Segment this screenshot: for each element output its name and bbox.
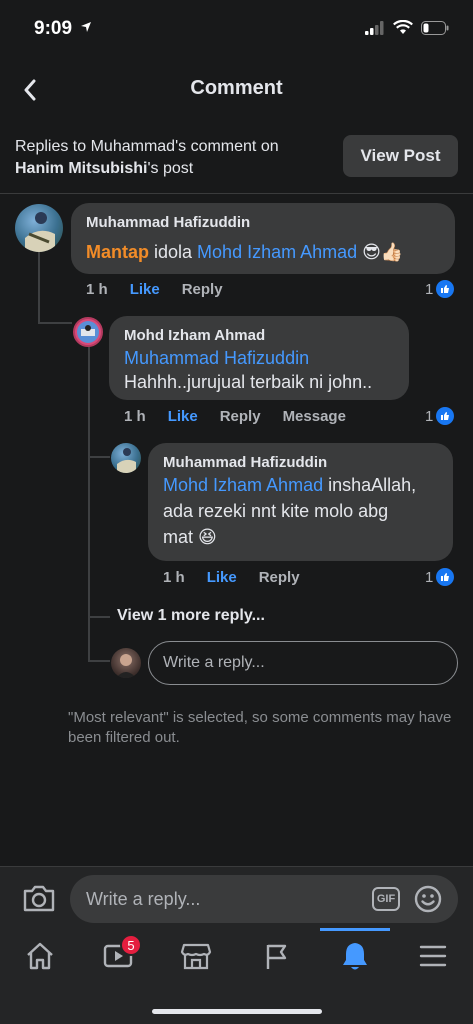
comment-emoji: 😎👍🏻 — [362, 242, 404, 262]
home-icon — [27, 942, 53, 970]
comment-bubble: Mohd Izham Ahmad Muhammad Hafizuddin Hah… — [109, 316, 409, 400]
nav-active-indicator — [320, 928, 390, 931]
comment-time: 1 h — [86, 281, 108, 298]
nav-marketplace[interactable] — [166, 936, 226, 976]
mention-link[interactable]: Mohd Izham Ahmad — [163, 475, 323, 495]
notifications-icon — [343, 943, 367, 970]
status-icons — [365, 20, 449, 35]
comment-emoji: 😆 — [198, 527, 217, 547]
comment-text: Mantap idola Mohd Izham Ahmad 😎👍🏻 — [86, 239, 403, 265]
mention-link[interactable]: Muhammad Hafizuddin — [124, 345, 309, 371]
header: Comment — [0, 60, 473, 120]
gif-button[interactable]: GIF — [372, 887, 400, 911]
wifi-icon — [393, 20, 413, 34]
composer: Write a reply... GIF — [0, 866, 473, 928]
nav-pages[interactable] — [246, 936, 306, 976]
reaction-count[interactable]: 1 — [425, 568, 455, 586]
reaction-count[interactable]: 1 — [425, 407, 455, 425]
reply-button[interactable]: Reply — [182, 281, 223, 298]
context-prefix: Replies to Muhammad's comment on — [15, 138, 279, 155]
mention-link[interactable]: Mohd Izham Ahmad — [197, 242, 357, 262]
reaction-count[interactable]: 1 — [425, 280, 455, 298]
message-button[interactable]: Message — [283, 408, 346, 425]
battery-icon — [421, 20, 449, 35]
thumbs-up-icon — [436, 407, 455, 425]
thread-line-level2 — [88, 346, 90, 662]
avatar-photo — [117, 448, 136, 473]
comment-author[interactable]: Muhammad Hafizuddin — [163, 454, 327, 471]
comment-bubble: Muhammad Hafizuddin Mantap idola Mohd Iz… — [71, 203, 455, 274]
context-suffix: 's post — [147, 160, 194, 177]
watch-notification-badge: 5 — [120, 934, 142, 956]
comment-bubble: Muhammad Hafizuddin Mohd Izham Ahmad ins… — [148, 443, 453, 561]
comment-text: Mohd Izham Ahmad inshaAllah, ada rezeki … — [163, 472, 448, 550]
comment-author[interactable]: Muhammad Hafizuddin — [86, 214, 250, 231]
view-more-replies-link[interactable]: View 1 more reply... — [117, 607, 265, 625]
thumbs-up-icon — [436, 568, 455, 586]
status-bar: 9:09 — [0, 0, 473, 60]
comment-actions: 1 h Like Reply Message — [124, 408, 346, 425]
emoji-icon[interactable] — [414, 885, 442, 913]
nav-notifications[interactable] — [325, 936, 385, 976]
nav-menu[interactable] — [403, 936, 463, 976]
bottom-nav: 5 — [0, 928, 473, 1024]
nav-home[interactable] — [10, 936, 70, 976]
avatar-photo — [116, 654, 136, 678]
thread-line-level2-branch-b — [88, 616, 110, 618]
pages-icon — [266, 944, 287, 969]
thread-line-level2-branch-c — [88, 660, 110, 662]
page-title: Comment — [190, 77, 283, 99]
avatar[interactable] — [73, 317, 103, 347]
like-button[interactable]: Like — [130, 281, 160, 298]
home-indicator — [152, 1009, 322, 1014]
menu-icon — [419, 945, 447, 967]
avatar-photo — [77, 321, 99, 343]
comment-time: 1 h — [163, 569, 185, 586]
comment-author[interactable]: Mohd Izham Ahmad — [124, 327, 265, 344]
comment-text-line2: ada rezeki nnt kite molo abg — [163, 501, 389, 521]
composer-placeholder: Write a reply... — [86, 888, 201, 909]
thread-line-level1-branch — [38, 322, 72, 324]
avatar[interactable] — [15, 204, 63, 252]
context-text: Replies to Muhammad's comment on Hanim M… — [15, 136, 325, 180]
like-button[interactable]: Like — [207, 569, 237, 586]
status-time: 9:09 — [34, 18, 73, 39]
reply-button[interactable]: Reply — [220, 408, 261, 425]
cellular-signal-icon — [365, 20, 384, 35]
comment-text-line3: mat — [163, 527, 199, 547]
reaction-number: 1 — [425, 407, 434, 425]
comment-text-line1: inshaAllah, — [323, 475, 417, 495]
camera-icon[interactable] — [22, 883, 56, 913]
comment-time: 1 h — [124, 408, 146, 425]
thread-reply-input[interactable]: Write a reply... — [148, 641, 458, 685]
reaction-number: 1 — [425, 568, 434, 586]
location-arrow-icon — [81, 22, 91, 32]
context-bar: Replies to Muhammad's comment on Hanim M… — [0, 120, 473, 194]
reply-button[interactable]: Reply — [259, 569, 300, 586]
thread-line-level1 — [38, 252, 40, 324]
post-owner-link[interactable]: Hanim Mitsubishi — [15, 160, 147, 177]
avatar-photo — [25, 212, 55, 252]
current-user-avatar — [111, 648, 141, 678]
comment-text: Hahhh..jurujual terbaik ni john.. — [124, 372, 373, 392]
comment-actions: 1 h Like Reply — [163, 569, 300, 586]
view-post-button[interactable]: View Post — [343, 135, 458, 177]
like-button[interactable]: Like — [168, 408, 198, 425]
marketplace-icon — [180, 943, 212, 970]
comment-actions: 1 h Like Reply — [86, 281, 223, 298]
highlight-word: Mantap — [86, 242, 149, 262]
thread-line-level2-branch-a — [88, 456, 110, 458]
thumbs-up-icon — [436, 280, 455, 298]
avatar[interactable] — [111, 443, 141, 473]
reaction-number: 1 — [425, 280, 434, 298]
filter-notice: "Most relevant" is selected, so some com… — [68, 709, 452, 746]
reply-composer-input[interactable]: Write a reply... GIF — [70, 875, 458, 923]
comment-text-plain: idola — [149, 242, 198, 262]
